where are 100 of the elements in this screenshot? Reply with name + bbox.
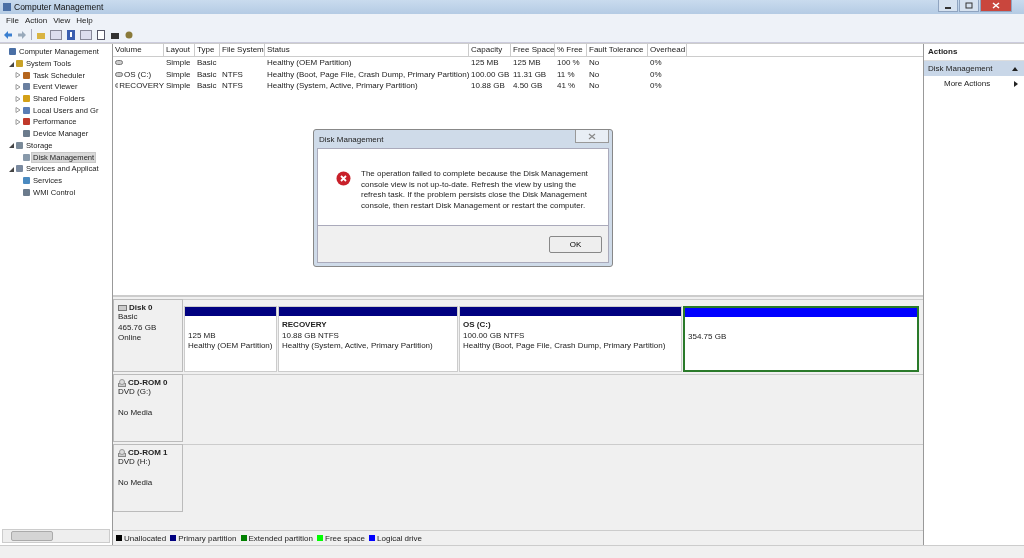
table-cell: Basic [197,69,217,79]
disk-info: No Media [118,477,154,488]
table-cell: 0% [650,58,662,68]
expand-arrow-icon[interactable] [15,83,21,90]
node-icon [23,71,30,79]
table-cell: Healthy (OEM Partition) [267,58,352,68]
actions-section[interactable]: Disk Management [924,61,1024,76]
close-icon [992,2,1000,9]
partition-block[interactable]: 125 MB Healthy (OEM Partition) [184,306,277,372]
node-icon [16,60,23,68]
node-icon [23,106,30,114]
node-icon [23,188,30,196]
pane-icon[interactable] [80,29,92,40]
menu-item[interactable]: Help [73,16,96,25]
partition-name: OS (C:) [463,320,492,331]
table-cell: OS (C:) [124,69,152,79]
disk-info: Online [118,333,143,344]
column-header[interactable]: Free Space [511,44,555,56]
help-icon[interactable] [66,29,76,40]
partition-size: 10.88 GB NTFS [282,330,340,341]
window-title: Computer Management [14,2,104,12]
error-icon [336,171,351,186]
table-cell: 41 % [557,81,576,91]
close-button[interactable] [575,130,609,143]
app-icon [3,3,11,11]
table-cell: 4.50 GB [513,81,543,91]
table-cell: NTFS [222,69,243,79]
column-header[interactable]: Overhead [648,44,687,56]
minimize-button[interactable] [938,0,958,12]
action-link[interactable]: More Actions [924,76,1024,91]
node-icon [23,130,30,138]
disk-label-panel[interactable]: CD-ROM 0 DVD (G:) No Media [113,374,183,442]
column-header[interactable]: Status [265,44,469,56]
table-cell: 125 MB [513,58,541,68]
table-cell: NTFS [222,81,243,91]
node-icon [16,165,23,173]
legend-label: Primary partition [178,533,237,543]
disk-info: Basic [118,312,139,323]
node-icon [23,118,30,126]
collapse-arrow-icon[interactable] [8,165,14,172]
table-cell: 11.31 GB [513,69,547,79]
table-cell: No [589,69,600,79]
table-cell: 125 MB [471,58,499,68]
collapse-icon[interactable] [1012,66,1018,71]
table-cell: Simple [166,81,191,91]
node-icon [23,83,30,91]
ok-button[interactable]: OK [549,235,602,253]
menu-item[interactable]: File [3,16,22,25]
node-icon [23,95,30,103]
partition-status: Healthy (Boot, Page File, Crash Dump, Primary Partition) [463,341,667,352]
column-header[interactable]: Type [195,44,220,56]
legend-label: Extended partition [248,533,313,543]
back-icon[interactable] [3,29,13,40]
table-cell: 0% [650,69,662,79]
node-icon [23,176,30,184]
column-header[interactable]: Fault Tolerance [587,44,648,56]
disk-name: CD-ROM 1 [128,448,168,457]
menu-item[interactable]: View [50,16,74,25]
collapse-arrow-icon[interactable] [8,60,14,67]
menu-item[interactable]: Action [21,16,51,25]
table-cell: Simple [166,58,191,68]
node-icon [9,48,16,56]
partition-block[interactable]: RECOVERY 10.88 GB NTFS Healthy (System, Active, Primary Partition) [278,306,458,372]
maximize-icon [965,2,973,9]
close-icon [588,132,596,140]
partition-size: 354.75 GB [688,331,728,342]
partition-size: 100.00 GB NTFS [463,330,526,341]
table-cell: Simple [166,69,191,79]
scrollbar[interactable] [2,529,110,543]
expand-arrow-icon[interactable] [15,118,21,125]
drive-icon [118,304,127,311]
partition-block[interactable]: OS (C:) 100.00 GB NTFS Healthy (Boot, Page File, Crash Dump, Primary Partition) [459,306,682,372]
column-header[interactable]: % Free [555,44,587,56]
table-cell: No [589,81,600,91]
column-header[interactable]: Layout [164,44,195,56]
disk-label-panel[interactable]: CD-ROM 1 DVD (H:) No Media [113,444,183,512]
expand-arrow-icon[interactable] [15,72,21,79]
partition-name: RECOVERY [282,320,328,331]
column-header[interactable]: File System [220,44,265,56]
partition-status: Healthy (System, Active, Primary Partition) [282,341,434,352]
forward-icon[interactable] [17,29,27,40]
disk-label-panel[interactable]: Disk 0 Basic 465.76 GB Online [113,299,183,372]
table-cell: No [589,58,600,68]
partition-size: 125 MB [188,330,217,341]
expand-arrow-icon[interactable] [15,107,21,114]
node-icon [16,141,23,149]
partition-block[interactable]: 354.75 GB [683,306,919,372]
pane-icon[interactable] [50,29,62,40]
disk-info: DVD (H:) [118,457,152,468]
document-icon[interactable] [96,29,106,40]
column-header[interactable]: Volume [113,44,164,56]
table-cell: 10.88 GB [471,81,505,91]
column-header[interactable]: Capacity [469,44,511,56]
disk-name: CD-ROM 0 [128,378,168,387]
error-message: The operation failed to complete because the Disk Management console view is not up-to-date. Refresh the view by using the refresh task. If the problem persists close the Disk Management console, then restart Disk Management or restart the computer. [361,169,589,212]
expand-arrow-icon[interactable] [15,95,21,102]
cd-drive-icon [118,448,126,457]
collapse-arrow-icon[interactable] [8,142,14,149]
table-cell: 100 % [557,58,580,68]
close-button[interactable] [980,0,1012,12]
